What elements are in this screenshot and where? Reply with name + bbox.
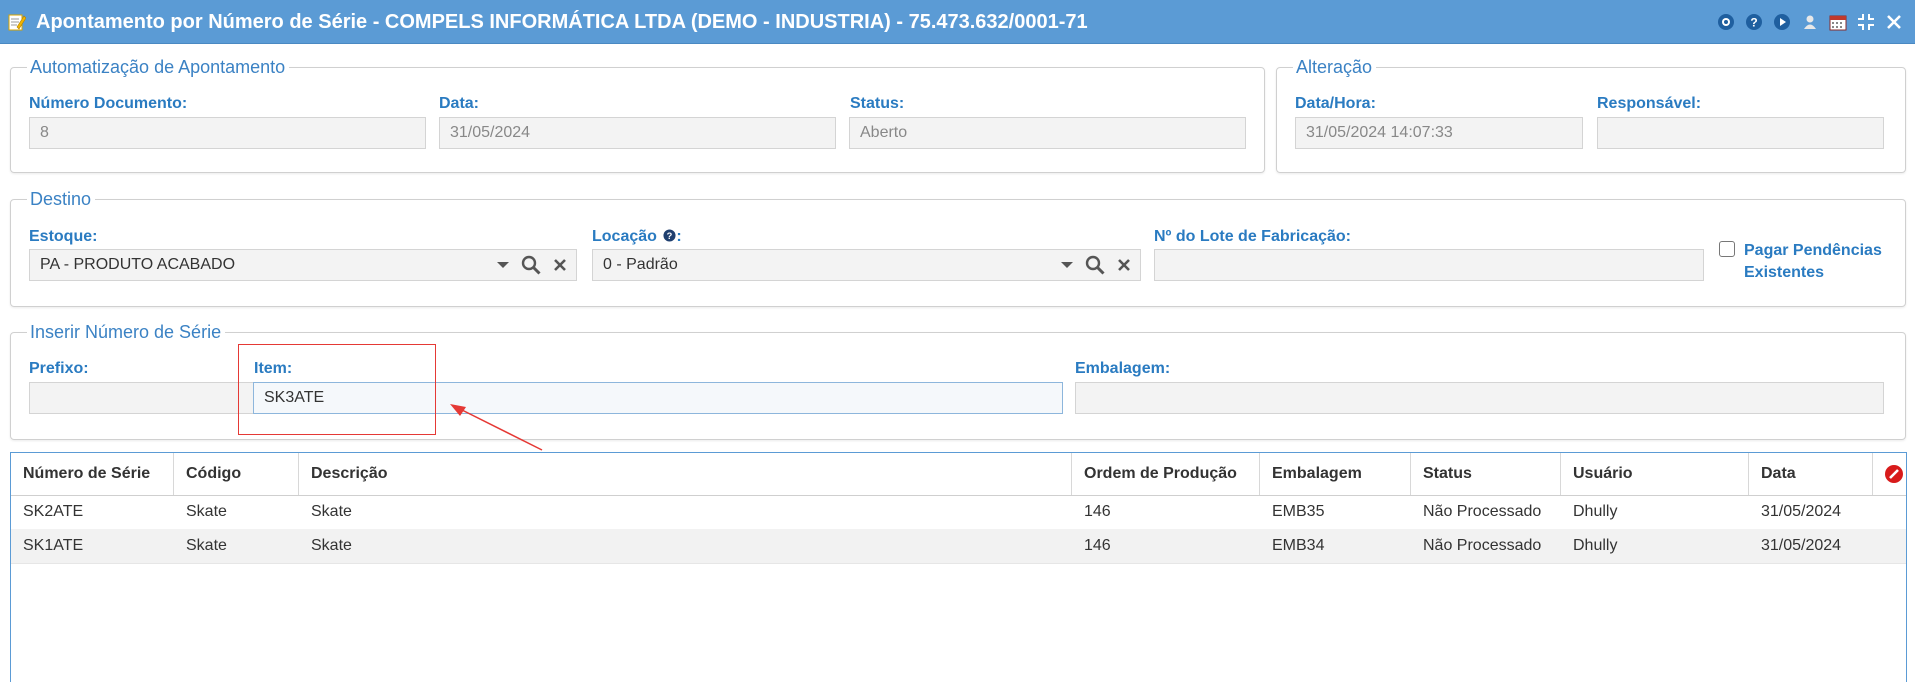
automatizacao-legend: Automatização de Apontamento (27, 57, 290, 77)
column-header[interactable]: Status (1411, 453, 1561, 495)
help-icon[interactable]: ? (663, 229, 676, 242)
column-header[interactable]: Número de Série (11, 453, 174, 495)
cell-data: 31/05/2024 (1761, 503, 1842, 520)
column-header[interactable]: Código (174, 453, 299, 495)
prefixo-field[interactable] (29, 382, 254, 414)
chevron-down-icon[interactable] (1060, 260, 1074, 270)
cell-numero-serie: SK2ATE (23, 503, 84, 520)
annotation-highlight-box (238, 344, 436, 435)
svg-text:?: ? (1750, 16, 1757, 30)
clear-icon[interactable] (552, 257, 568, 273)
cell-ordem-producao: 146 (1084, 537, 1111, 554)
embalagem-field[interactable] (1075, 382, 1884, 414)
cell-embalagem: EMB35 (1272, 503, 1325, 520)
pagar-pendencias-line2: Existentes (1744, 264, 1825, 281)
cell-status: Não Processado (1423, 537, 1542, 554)
data-field: 31/05/2024 (439, 117, 836, 149)
clear-icon[interactable] (1116, 257, 1132, 273)
responsavel-label: Responsável: (1597, 95, 1702, 112)
estoque-select[interactable]: PA - PRODUTO ACABADO (29, 249, 577, 281)
annotation-arrow (450, 404, 543, 451)
numero-documento-label: Número Documento: (29, 95, 188, 112)
cell-data: 31/05/2024 (1761, 537, 1842, 554)
cell-embalagem: EMB34 (1272, 537, 1325, 554)
cell-descricao: Skate (311, 503, 352, 520)
close-icon[interactable] (1883, 11, 1905, 33)
data-label: Data: (439, 95, 480, 112)
user-icon[interactable] (1799, 11, 1821, 33)
edit-document-icon (8, 14, 26, 31)
pagar-pendencias-line1: Pagar Pendências (1744, 242, 1882, 259)
serial-table: Número de Série Código Descrição Ordem d… (10, 452, 1907, 682)
cell-descricao: Skate (311, 537, 352, 554)
numero-documento-field: 8 (29, 117, 426, 149)
locacao-select[interactable]: 0 - Padrão (592, 249, 1141, 281)
pagar-pendencias-label[interactable]: Pagar Pendências Existentes (1744, 240, 1882, 284)
calendar-icon[interactable] (1827, 11, 1849, 33)
locacao-label: Locação ?: (592, 228, 682, 246)
play-icon[interactable] (1771, 11, 1793, 33)
locacao-label-colon: : (676, 228, 682, 245)
estoque-value: PA - PRODUTO ACABADO (40, 256, 236, 273)
svg-text:?: ? (667, 231, 673, 241)
cell-codigo: Skate (186, 503, 227, 520)
pagar-pendencias-checkbox[interactable] (1719, 241, 1735, 257)
table-row[interactable]: SK1ATE Skate Skate 146 EMB34 Não Process… (11, 529, 1906, 564)
locacao-value: 0 - Padrão (603, 256, 678, 273)
lote-field[interactable] (1154, 249, 1704, 281)
embalagem-label: Embalagem: (1075, 360, 1171, 377)
column-header[interactable]: Embalagem (1260, 453, 1411, 495)
cell-status: Não Processado (1423, 503, 1542, 520)
lote-label: Nº do Lote de Fabricação: (1154, 228, 1351, 245)
cell-ordem-producao: 146 (1084, 503, 1111, 520)
data-hora-field: 31/05/2024 14:07:33 (1295, 117, 1583, 149)
cell-numero-serie: SK1ATE (23, 537, 84, 554)
destino-legend: Destino (27, 189, 96, 209)
estoque-label: Estoque: (29, 228, 98, 245)
window-title: Apontamento por Número de Série - COMPEL… (36, 11, 1088, 33)
column-header[interactable]: Descrição (299, 453, 1072, 495)
prefixo-label: Prefixo: (29, 360, 89, 377)
column-header[interactable]: Ordem de Produção (1072, 453, 1260, 495)
status-field: Aberto (849, 117, 1246, 149)
search-icon[interactable] (1084, 254, 1106, 276)
search-icon[interactable] (520, 254, 542, 276)
status-label: Status: (850, 95, 905, 112)
collapse-icon[interactable] (1855, 11, 1877, 33)
table-row[interactable]: SK2ATE Skate Skate 146 EMB35 Não Process… (11, 495, 1906, 530)
data-hora-label: Data/Hora: (1295, 95, 1376, 112)
window-titlebar: Apontamento por Número de Série - COMPEL… (0, 0, 1915, 44)
alteracao-legend: Alteração (1293, 57, 1377, 77)
cell-usuario: Dhully (1573, 537, 1618, 554)
table-header: Número de Série Código Descrição Ordem d… (11, 453, 1906, 496)
column-header[interactable]: Data (1749, 453, 1873, 495)
cell-codigo: Skate (186, 537, 227, 554)
cell-usuario: Dhully (1573, 503, 1618, 520)
inserir-legend: Inserir Número de Série (27, 322, 226, 342)
locacao-label-text: Locação (592, 228, 657, 245)
record-icon[interactable] (1715, 11, 1737, 33)
remove-icon[interactable] (1884, 464, 1904, 489)
chevron-down-icon[interactable] (496, 260, 510, 270)
column-header[interactable]: Usuário (1561, 453, 1749, 495)
help-icon[interactable]: ? (1743, 11, 1765, 33)
responsavel-field (1597, 117, 1884, 149)
